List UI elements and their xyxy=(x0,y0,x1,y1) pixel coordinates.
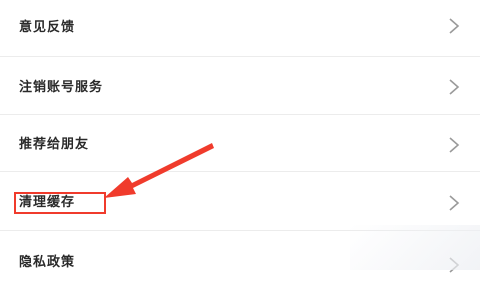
annotation-highlight-box xyxy=(14,192,106,214)
settings-item-label: 隐私政策 xyxy=(19,255,76,270)
settings-item-deactivate-account[interactable]: 注销账号服务 xyxy=(0,57,480,113)
background-shade xyxy=(350,225,480,270)
settings-item-label: 注销账号服务 xyxy=(19,80,104,95)
settings-item-recommend-to-friends[interactable]: 推荐给朋友 xyxy=(0,115,480,171)
chevron-right-icon xyxy=(448,195,460,211)
chevron-right-icon xyxy=(448,79,460,95)
chevron-right-icon xyxy=(448,18,460,34)
chevron-right-icon xyxy=(448,137,460,153)
settings-item-label: 推荐给朋友 xyxy=(19,137,90,152)
settings-item-feedback[interactable]: 意见反馈 xyxy=(0,0,480,56)
settings-item-label: 意见反馈 xyxy=(19,20,76,35)
